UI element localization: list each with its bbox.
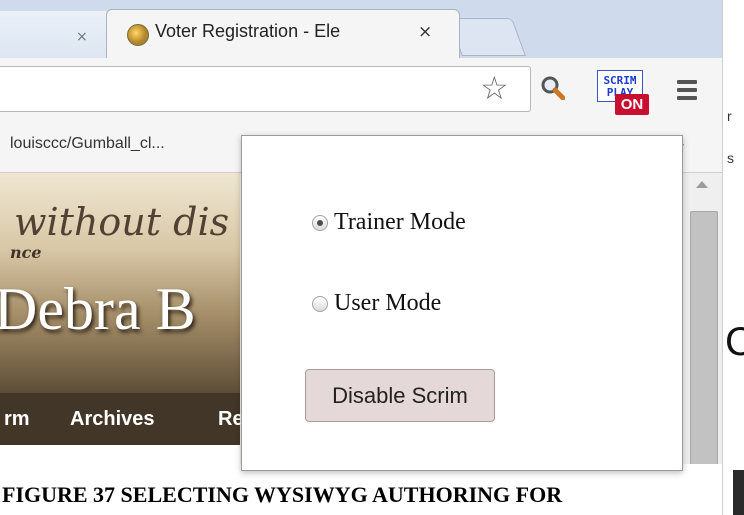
tab-title: Voter Registration - Ele bbox=[155, 21, 341, 41]
user-mode-label: User Mode bbox=[334, 290, 442, 316]
banner-name: Debra B bbox=[0, 276, 196, 342]
scrim-on-badge: ON bbox=[615, 94, 649, 115]
search-icon[interactable] bbox=[541, 76, 565, 100]
edge-text-fragment: r bbox=[727, 108, 732, 124]
tab-active[interactable]: Voter Registration - Ele × bbox=[106, 9, 460, 58]
nav-item-form[interactable]: rm bbox=[4, 408, 30, 431]
user-mode-option[interactable]: User Mode bbox=[312, 290, 441, 317]
page-body bbox=[0, 445, 240, 464]
trainer-mode-radio[interactable] bbox=[312, 214, 328, 231]
banner-tagline: without dis bbox=[14, 200, 230, 244]
vertical-scrollbar[interactable] bbox=[684, 173, 722, 464]
tab-previous[interactable]: × bbox=[0, 11, 118, 58]
scrim-extension-button[interactable]: SCRIM PLAY ON bbox=[597, 70, 649, 116]
figure-caption: FIGURE 37 SELECTING WYSIWYG AUTHORING FO… bbox=[2, 482, 563, 507]
scrim-popup: Trainer Mode User Mode Disable Scrim bbox=[241, 135, 683, 471]
scroll-up-arrow-icon[interactable] bbox=[696, 181, 708, 188]
close-tab-icon[interactable]: × bbox=[418, 22, 432, 42]
banner-subline: nce bbox=[10, 243, 42, 262]
browser-toolbar: ☆ SCRIM PLAY ON bbox=[0, 58, 722, 121]
edge-text-fragment: s bbox=[727, 150, 734, 166]
address-bar[interactable]: ☆ bbox=[0, 66, 531, 112]
bookmark-item[interactable]: louisccc/Gumball_cl... bbox=[10, 135, 165, 153]
edge-dark-block bbox=[733, 470, 744, 515]
user-mode-radio[interactable] bbox=[312, 295, 328, 312]
nav-item-archives[interactable]: Archives bbox=[70, 408, 155, 431]
scroll-thumb[interactable] bbox=[690, 211, 718, 464]
trainer-mode-option[interactable]: Trainer Mode bbox=[312, 209, 466, 236]
globe-seal-icon bbox=[127, 24, 149, 46]
hamburger-menu-icon[interactable] bbox=[677, 80, 697, 100]
edge-text-fragment: C bbox=[725, 320, 744, 365]
disable-scrim-button[interactable]: Disable Scrim bbox=[305, 369, 495, 422]
bookmark-star-icon[interactable]: ☆ bbox=[480, 69, 509, 107]
site-banner: without dis nce Debra B bbox=[0, 173, 240, 393]
close-tab-icon[interactable]: × bbox=[76, 29, 88, 45]
tab-strip: × Voter Registration - Ele × bbox=[0, 0, 722, 58]
trainer-mode-label: Trainer Mode bbox=[334, 209, 466, 235]
nav-item-re[interactable]: Re bbox=[218, 408, 244, 431]
adjacent-window-edge: r s C bbox=[722, 0, 744, 515]
site-navbar: rm Archives Re bbox=[0, 393, 244, 445]
